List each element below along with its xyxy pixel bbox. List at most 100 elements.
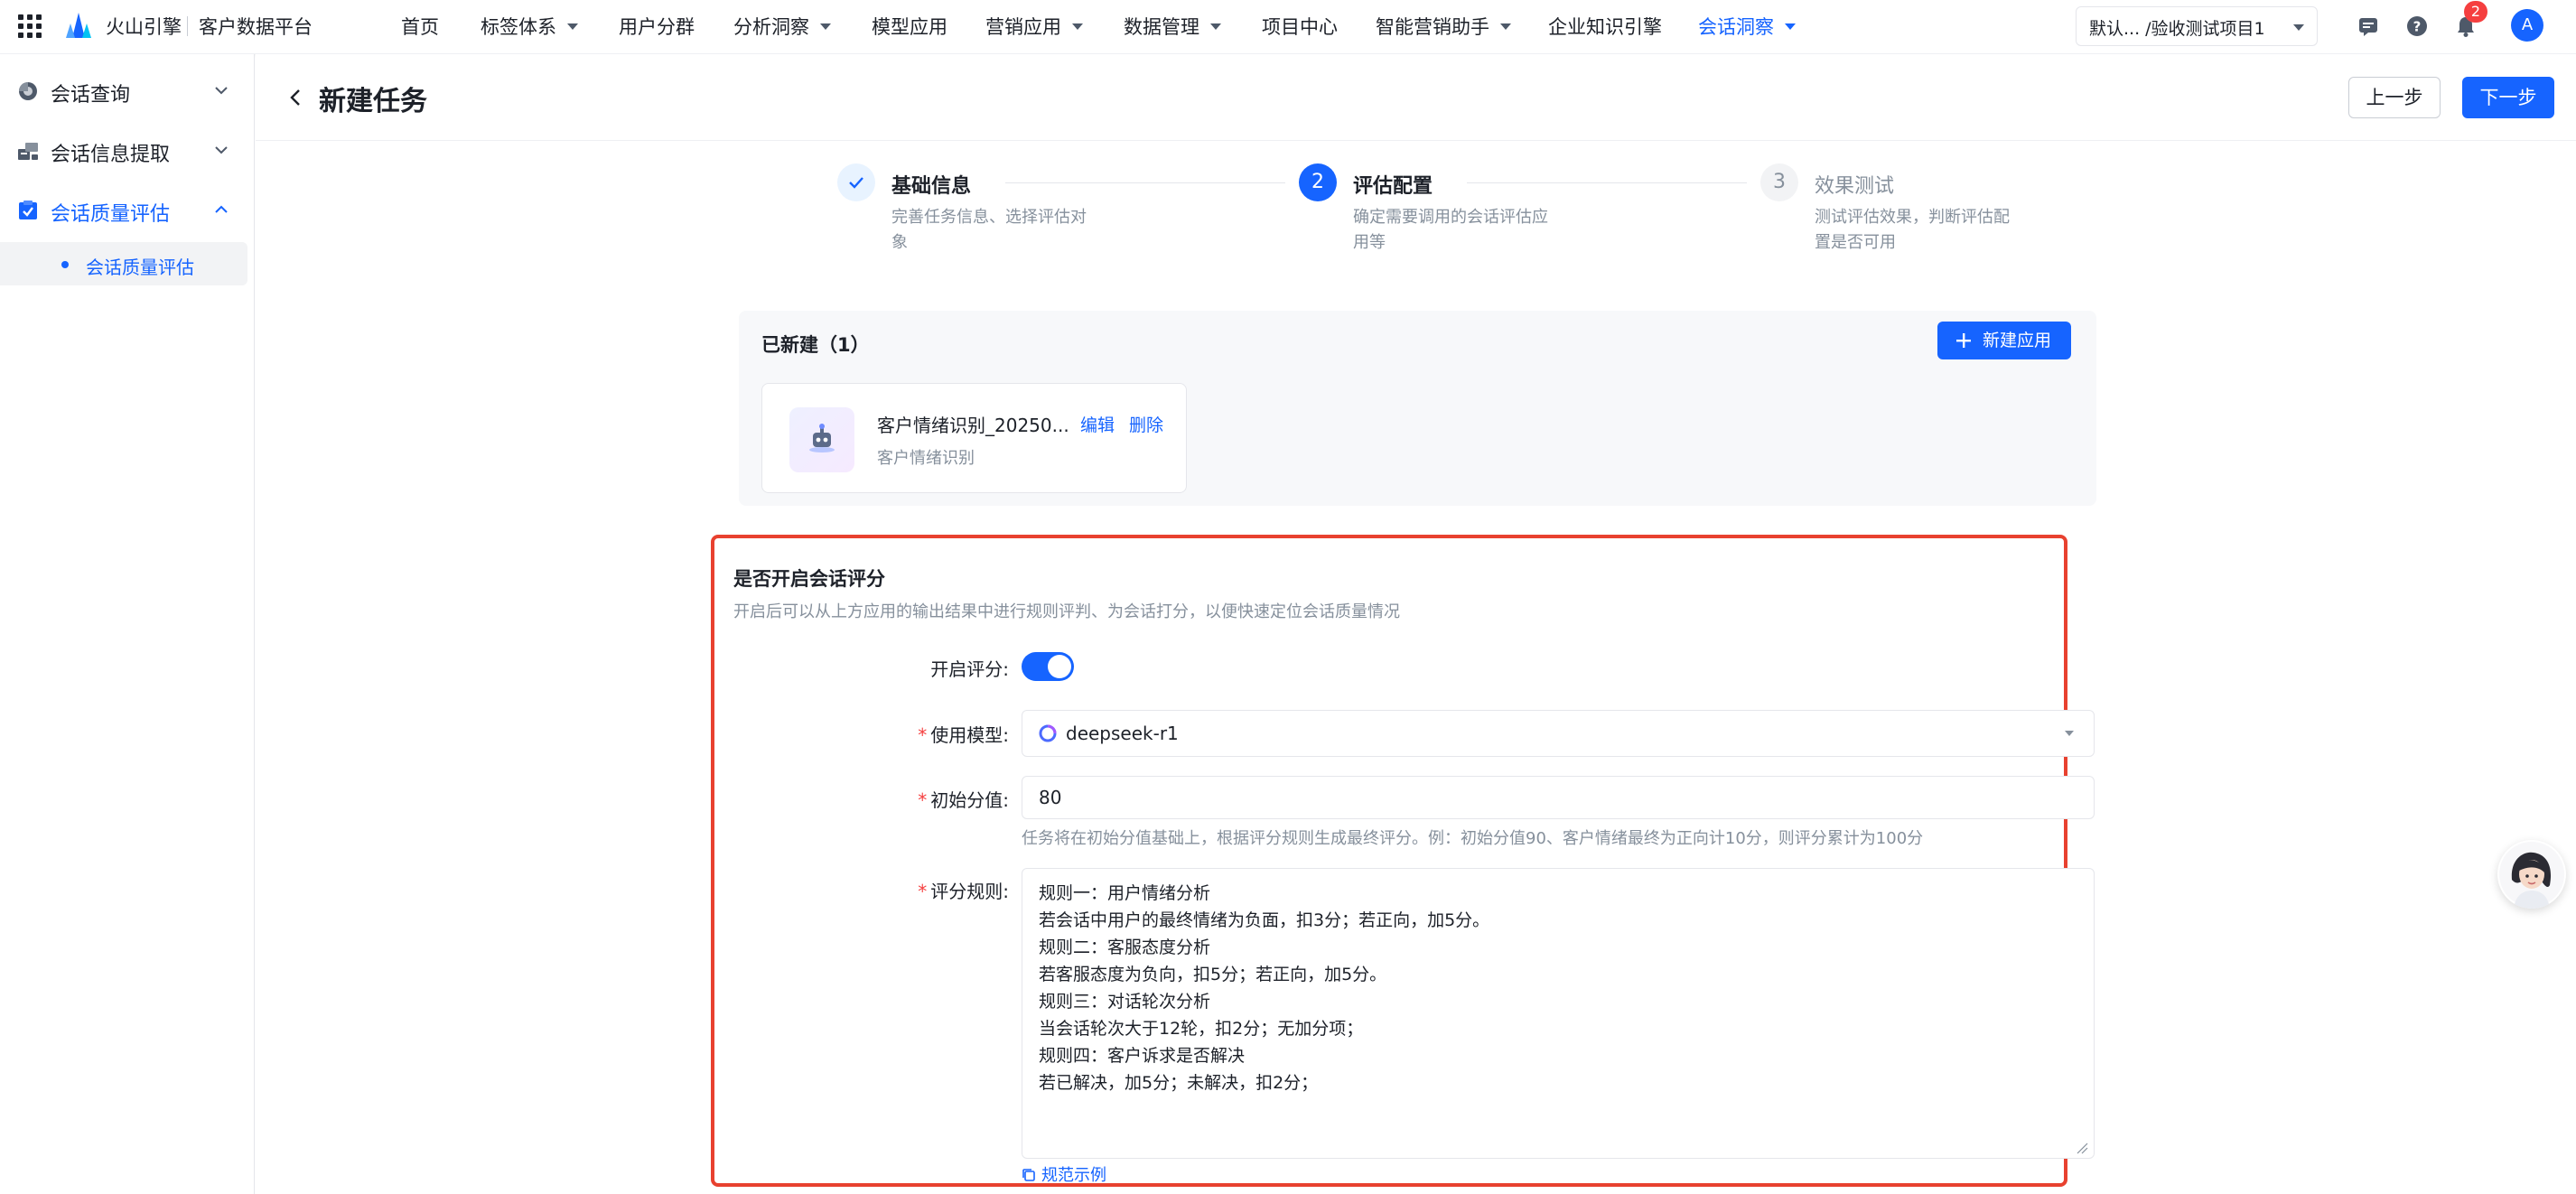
edit-app-link[interactable]: 编辑: [1080, 412, 1115, 436]
step-title: 评估配置: [1353, 175, 1433, 198]
assistant-avatar-icon: [2499, 842, 2564, 909]
rule-line: 规则二：客服态度分析: [1039, 937, 1211, 957]
scoring-rules-label: * 评分规则:: [918, 881, 1009, 902]
step-title: 效果测试: [1815, 175, 1895, 198]
resize-handle-icon[interactable]: [2076, 1142, 2088, 1154]
enable-scoring-toggle[interactable]: [1022, 652, 1074, 681]
rule-line: 当会话轮次大于12轮，扣2分；无加分项；: [1039, 1019, 1364, 1039]
enable-scoring-label: 开启评分:: [930, 658, 1009, 680]
app-name: 客户情绪识别_20250...: [877, 415, 1069, 436]
sidebar: 会话查询 会话信息提取 会话质量评估 会话质量评估: [0, 54, 255, 1194]
sidebar-subitem-quality-assessment[interactable]: 会话质量评估: [0, 242, 247, 285]
initial-score-label: * 初始分值:: [918, 789, 1009, 811]
chevron-down-icon: [1072, 23, 1083, 30]
new-app-button[interactable]: 新建应用: [1937, 322, 2071, 359]
check-icon: [849, 177, 863, 189]
chevron-down-icon: [215, 146, 228, 154]
scoring-section-description: 开启后可以从上方应用的输出结果中进行规则评判、为会话打分，以便快速定位会话质量情…: [733, 602, 1400, 621]
rule-line: 若会话中用户的最终情绪为负面，扣3分；若正向，加5分。: [1039, 910, 1490, 930]
created-apps-title: 已新建（1）: [761, 334, 870, 356]
step-circle-done: [837, 163, 875, 201]
initial-score-input[interactable]: [1022, 776, 2095, 819]
step-basic-info: 基础信息 完善任务信息、选择评估对象: [837, 163, 1289, 263]
nav-model-apps[interactable]: 模型应用: [872, 13, 947, 40]
page-title: 新建任务: [319, 86, 427, 117]
step-evaluation-config: 2 评估配置 确定需要调用的会话评估应用等: [1299, 163, 1750, 263]
rule-line: 规则一：用户情绪分析: [1039, 883, 1211, 903]
info-extraction-icon: [18, 143, 38, 160]
copy-icon: [1022, 1169, 1035, 1181]
step-effect-test: 3 效果测试 测试评估效果，判断评估配置是否可用: [1760, 163, 2212, 263]
step-title: 基础信息: [891, 175, 972, 198]
rule-line: 规则三：对话轮次分析: [1039, 992, 1211, 1012]
toggle-knob: [1048, 655, 1071, 678]
nav-marketing-apps[interactable]: 营销应用: [985, 13, 1083, 40]
step-connector: [1467, 182, 1747, 183]
step-description: 确定需要调用的会话评估应用等: [1353, 208, 1548, 252]
delete-app-link[interactable]: 删除: [1129, 412, 1163, 436]
chevron-down-icon: [2065, 731, 2074, 736]
app-thumbnail: [789, 407, 854, 472]
model-label: * 使用模型:: [918, 724, 1009, 746]
previous-step-button[interactable]: 上一步: [2348, 77, 2441, 118]
app-card: 客户情绪识别_20250... 客户情绪识别 编辑 删除: [761, 383, 1187, 493]
quality-check-icon: [19, 201, 37, 219]
rule-line: 规则四：客户诉求是否解决: [1039, 1046, 1246, 1066]
top-navigation: 火山引擎 客户数据平台 首页 标签体系 用户分群 分析洞察 模型应用 营销应用 …: [0, 0, 2576, 54]
created-apps-panel: 已新建（1） 新建应用 客户情绪识别_20250... 客户情绪识别 编辑 删除: [739, 311, 2096, 506]
nav-project-center[interactable]: 项目中心: [1262, 13, 1338, 40]
sidebar-item-quality-assessment[interactable]: 会话质量评估: [0, 187, 255, 232]
nav-user-segments[interactable]: 用户分群: [619, 13, 695, 40]
chevron-down-icon: [1500, 23, 1511, 30]
chevron-down-icon: [1210, 23, 1221, 30]
step-description: 完善任务信息、选择评估对象: [891, 208, 1087, 252]
sidebar-item-conversation-query[interactable]: 会话查询: [0, 68, 255, 113]
platform-name: 客户数据平台: [199, 16, 313, 38]
chevron-down-icon: [215, 87, 228, 95]
conversation-query-icon: [19, 82, 37, 100]
brand-divider: [187, 16, 188, 36]
scoring-section-title: 是否开启会话评分: [733, 568, 885, 590]
nav-data-management[interactable]: 数据管理: [1124, 13, 1221, 40]
model-select[interactable]: deepseek-r1: [1022, 710, 2095, 757]
step-description: 测试评估效果，判断评估配置是否可用: [1815, 208, 2010, 252]
project-selector[interactable]: 默认... /验收测试项目1: [2076, 6, 2318, 46]
nav-knowledge-engine[interactable]: 企业知识引擎: [1548, 13, 1662, 40]
nav-analysis[interactable]: 分析洞察: [733, 13, 831, 40]
chevron-up-icon: [215, 205, 228, 213]
main-content: 基础信息 完善任务信息、选择评估对象 2 评估配置 确定需要调用的会话评估应用等…: [256, 142, 2576, 1194]
nav-tag-system[interactable]: 标签体系: [481, 13, 578, 40]
initial-score-hint: 任务将在初始分值基础上，根据评分规则生成最终评分。例：初始分值90、客户情绪最终…: [1022, 829, 1924, 848]
chevron-down-icon: [2293, 24, 2304, 31]
back-arrow-icon[interactable]: [287, 88, 305, 107]
notification-badge: 2: [2464, 1, 2487, 23]
volcengine-logo: [66, 13, 91, 38]
next-step-button[interactable]: 下一步: [2462, 77, 2554, 118]
step-number: 2: [1299, 163, 1337, 201]
active-dot: [61, 261, 69, 268]
page-header: 新建任务 上一步 下一步: [256, 54, 2576, 141]
step-connector: [1005, 182, 1285, 183]
chevron-down-icon: [820, 23, 831, 30]
sidebar-item-info-extraction[interactable]: 会话信息提取: [0, 127, 255, 173]
chevron-down-icon: [567, 23, 578, 30]
robot-icon: [809, 424, 835, 452]
help-icon[interactable]: ?: [2404, 14, 2430, 39]
user-avatar[interactable]: A: [2511, 9, 2543, 42]
deepseek-icon: [1039, 724, 1057, 742]
chevron-down-icon: [1785, 23, 1796, 30]
app-grid-icon[interactable]: [18, 14, 42, 38]
rule-line: 若已解决，加5分；未解决，扣2分；: [1039, 1073, 1319, 1093]
brand-name: 火山引擎: [106, 16, 182, 38]
svg-text:?: ?: [2413, 19, 2422, 35]
nav-conversation-insight[interactable]: 会话洞察: [1698, 13, 1796, 40]
message-icon[interactable]: [2356, 14, 2381, 39]
nav-home[interactable]: 首页: [401, 13, 439, 40]
nav-marketing-assistant[interactable]: 智能营销助手: [1376, 13, 1511, 40]
plus-icon: [1956, 333, 1971, 348]
assistant-avatar-button[interactable]: [2497, 840, 2566, 909]
example-link[interactable]: 规范示例: [1022, 1162, 1106, 1186]
step-number: 3: [1760, 163, 1798, 201]
scoring-rules-textarea[interactable]: 规则一：用户情绪分析 若会话中用户的最终情绪为负面，扣3分；若正向，加5分。 规…: [1022, 868, 2095, 1159]
app-type: 客户情绪识别: [877, 449, 975, 468]
